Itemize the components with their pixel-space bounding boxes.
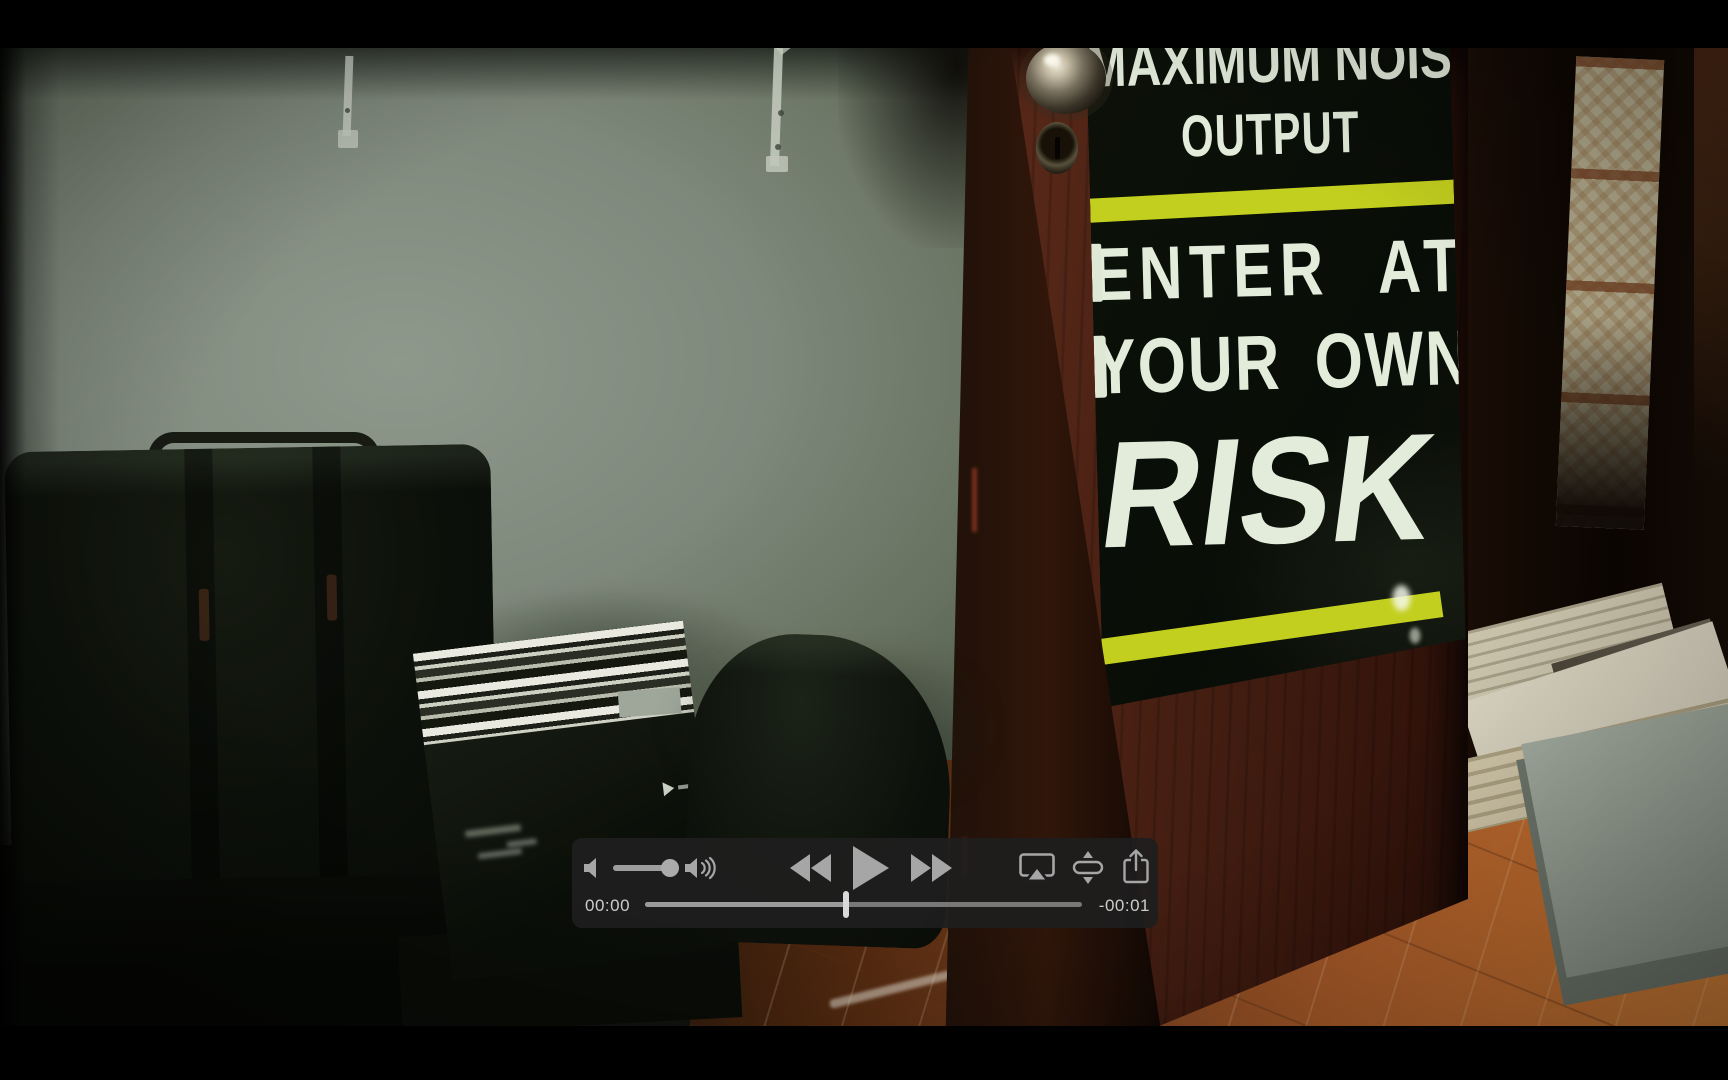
poster-glint-2 [1409,627,1420,643]
left-bag-buckle2 [326,574,337,620]
volume-knob[interactable] [661,859,679,877]
door-keyhole [1036,122,1078,174]
poster-line-1: MAXIMUM NOISE [1086,48,1451,98]
timeline[interactable] [645,902,1082,907]
play-icon [850,845,892,891]
bracket-left-hole [345,108,350,113]
door-edge-glint1 [972,468,977,532]
door-keyhole-slot [1055,137,1060,159]
volume-low-icon [582,857,604,879]
bracket-left-foot [338,130,358,148]
player-bar: 00:00 -00:01 [572,838,1158,928]
play-button[interactable] [850,845,892,891]
poster-stripe-top [1086,179,1467,224]
timeline-played [645,902,846,907]
airplay-icon [1018,852,1056,883]
share-button[interactable] [1120,846,1152,886]
bracket-right-foot [766,156,788,172]
volume-slider[interactable] [613,865,679,871]
rewind-icon [788,853,832,883]
fast-forward-icon [910,853,954,883]
volume-high-icon [684,856,718,880]
remaining-time: -00:01 [1099,896,1150,916]
top-right-wood-sliver [1694,48,1728,478]
letterbox-bottom [0,1026,1728,1080]
left-bag-strap1 [184,449,220,879]
bracket-right-hole2 [775,144,781,150]
bracket-right-hole1 [778,110,784,116]
left-bag-buckle1 [199,589,210,641]
volume-low-button[interactable] [580,855,606,881]
speed-stepper-icon [1070,849,1106,886]
speed-stepper-button[interactable] [1070,849,1106,886]
forward-button[interactable] [910,853,954,883]
share-icon [1121,847,1151,885]
poster-line-4: YOUR OWN [1093,320,1459,407]
poster: MAXIMUM NOISE OUTPUT ENTER AT YOUR OWN R… [1086,48,1467,708]
poster-line-5: RISK [1086,410,1460,572]
door-knob-glint [1044,54,1060,66]
current-time: 00:00 [585,896,630,916]
playhead[interactable] [843,891,849,918]
rewind-button[interactable] [788,853,832,883]
left-bag-strap2 [312,446,348,876]
screen: MAXIMUM NOISE OUTPUT ENTER AT YOUR OWN R… [0,0,1728,1080]
volume-high-button[interactable] [684,854,718,882]
poster-line-3: ENTER AT [1091,228,1457,313]
letterbox-top [0,0,1728,48]
poster-line-2: OUTPUT [1088,100,1453,168]
airplay-button[interactable] [1018,852,1056,883]
